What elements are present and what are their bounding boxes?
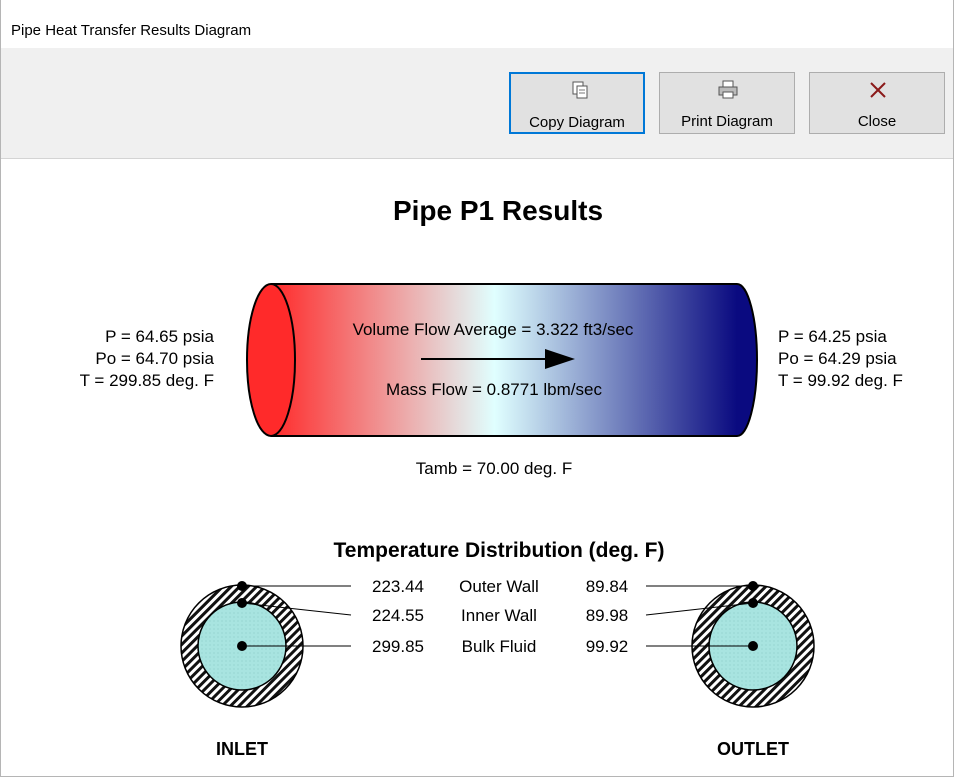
inlet-pressure: P = 64.65 psia [105,327,214,346]
outlet-temperature: T = 99.92 deg. F [778,371,903,390]
diagram-canvas: Pipe P1 Results Volume Flow Average = 3.… [80,195,903,759]
mass-flow-text: Mass Flow = 0.8771 lbm/sec [386,380,602,399]
inlet-temperature: T = 299.85 deg. F [80,371,214,390]
title-bar: Pipe Heat Transfer Results Diagram [1,0,953,48]
outlet-bulk-fluid-value: 99.92 [586,637,629,656]
pipe-inlet-end [246,283,296,437]
close-button[interactable]: Close [809,72,945,134]
diagram-title: Pipe P1 Results [393,195,603,226]
inner-wall-label: Inner Wall [461,606,537,625]
close-label: Close [857,113,897,130]
copy-diagram-label: Copy Diagram [529,114,625,131]
table-row: 223.44 Outer Wall 89.84 [372,577,628,596]
table-row: 224.55 Inner Wall 89.98 [372,606,628,625]
dialog-window: Pipe Heat Transfer Results Diagram Copy … [0,0,954,777]
inlet-outer-wall-value: 223.44 [372,577,424,596]
outer-wall-label: Outer Wall [459,577,539,596]
printer-icon [718,80,738,99]
bulk-fluid-label: Bulk Fluid [462,637,537,656]
toolbar: Copy Diagram Print Diagram Close [1,48,953,159]
print-diagram-button[interactable]: Print Diagram [659,72,795,134]
outlet-inner-wall-value: 89.98 [586,606,629,625]
outlet-pressure: P = 64.25 psia [778,327,887,346]
window-title: Pipe Heat Transfer Results Diagram [11,22,252,39]
copy-diagram-button[interactable]: Copy Diagram [509,72,645,134]
outlet-outer-wall-value: 89.84 [586,577,629,596]
inlet-bulk-fluid-value: 299.85 [372,637,424,656]
ambient-temperature: Tamb = 70.00 deg. F [416,459,572,478]
copy-icon [572,81,588,99]
results-diagram: Pipe P1 Results Volume Flow Average = 3.… [1,159,953,776]
inlet-stagnation-pressure: Po = 64.70 psia [95,349,214,368]
inlet-label: INLET [216,739,268,759]
table-row: 299.85 Bulk Fluid 99.92 [372,637,628,656]
outlet-label: OUTLET [717,739,789,759]
close-icon [870,82,886,98]
temp-distribution-title: Temperature Distribution (deg. F) [334,539,665,562]
volume-flow-text: Volume Flow Average = 3.322 ft3/sec [353,320,634,339]
outlet-stagnation-pressure: Po = 64.29 psia [778,349,897,368]
pipe-outlet-end [736,283,758,437]
inlet-inner-wall-value: 224.55 [372,606,424,625]
print-diagram-label: Print Diagram [681,113,773,130]
